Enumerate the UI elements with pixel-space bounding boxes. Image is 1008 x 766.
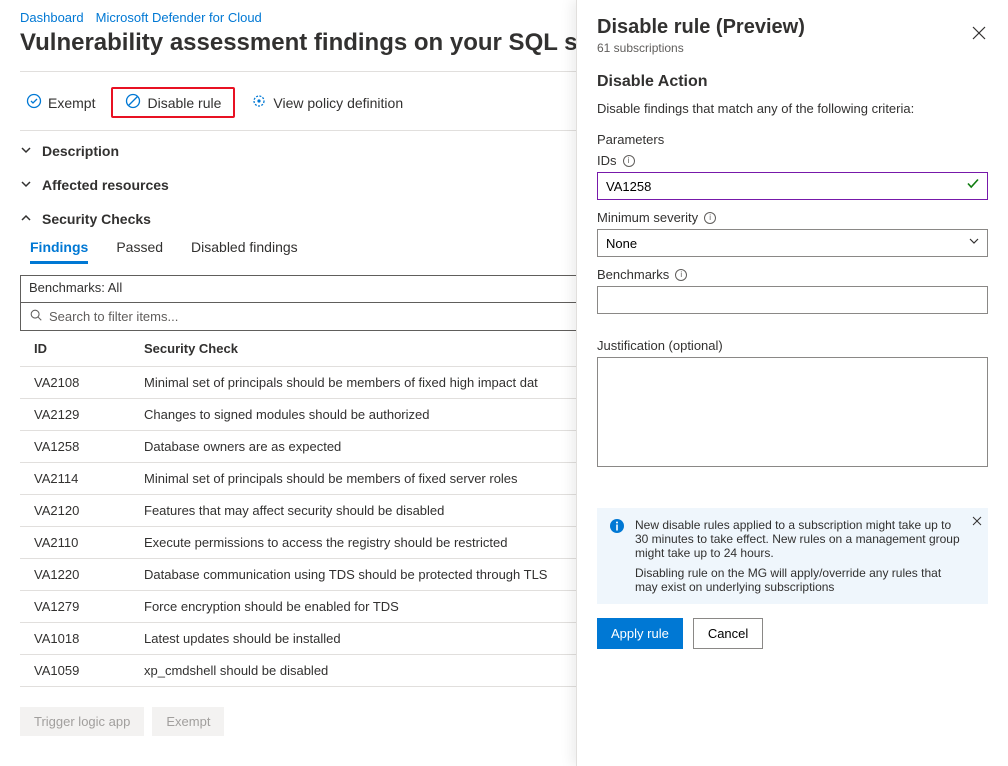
col-id[interactable]: ID xyxy=(20,331,130,367)
panel-title: Disable rule (Preview) xyxy=(597,16,805,39)
cancel-button[interactable]: Cancel xyxy=(693,618,763,649)
justification-label: Justification (optional) xyxy=(597,338,988,353)
prohibit-icon xyxy=(125,93,141,112)
info-text-2: Disabling rule on the MG will apply/over… xyxy=(635,566,960,594)
disable-rule-panel: Disable rule (Preview) 61 subscriptions … xyxy=(576,0,1008,766)
benchmarks-input[interactable] xyxy=(597,286,988,314)
disable-rule-button[interactable]: Disable rule xyxy=(119,91,227,114)
severity-select[interactable]: None xyxy=(597,229,988,257)
exempt-button[interactable]: Exempt xyxy=(20,91,101,114)
severity-label: Minimum severity xyxy=(597,210,698,225)
info-icon xyxy=(609,518,625,594)
close-icon xyxy=(972,514,982,529)
disable-rule-label: Disable rule xyxy=(147,95,221,111)
chevron-up-icon xyxy=(20,211,32,227)
disable-action-title: Disable Action xyxy=(597,73,988,91)
breadcrumb-dashboard[interactable]: Dashboard xyxy=(20,10,84,25)
exempt-bottom-button: Exempt xyxy=(152,707,224,736)
bottom-actions: Trigger logic app Exempt xyxy=(20,707,224,736)
tab-findings[interactable]: Findings xyxy=(30,239,88,264)
view-policy-label: View policy definition xyxy=(273,95,403,111)
dismiss-info-button[interactable] xyxy=(972,514,982,529)
severity-label-row: Minimum severity i xyxy=(597,210,988,225)
view-policy-button[interactable]: View policy definition xyxy=(245,91,409,114)
tab-disabled-findings[interactable]: Disabled findings xyxy=(191,239,298,264)
info-text-1: New disable rules applied to a subscript… xyxy=(635,518,960,560)
exempt-label: Exempt xyxy=(48,95,95,111)
tab-passed[interactable]: Passed xyxy=(116,239,163,264)
close-icon xyxy=(972,27,986,44)
apply-rule-button[interactable]: Apply rule xyxy=(597,618,683,649)
info-icon[interactable]: i xyxy=(704,212,716,224)
search-icon xyxy=(29,308,43,325)
info-banner: New disable rules applied to a subscript… xyxy=(597,508,988,604)
close-button[interactable] xyxy=(970,16,988,55)
ids-input[interactable] xyxy=(597,172,988,200)
parameters-label: Parameters xyxy=(597,132,988,147)
policy-icon xyxy=(251,93,267,112)
ids-label: IDs xyxy=(597,153,617,168)
info-icon[interactable]: i xyxy=(623,155,635,167)
ids-label-row: IDs i xyxy=(597,153,988,168)
info-icon[interactable]: i xyxy=(675,269,687,281)
disable-rule-highlight: Disable rule xyxy=(111,87,235,118)
trigger-logic-app-button: Trigger logic app xyxy=(20,707,144,736)
checkmark-icon xyxy=(966,177,980,196)
panel-subtitle: 61 subscriptions xyxy=(597,41,805,55)
breadcrumb-defender[interactable]: Microsoft Defender for Cloud xyxy=(96,10,262,25)
search-placeholder: Search to filter items... xyxy=(49,309,178,324)
exempt-icon xyxy=(26,93,42,112)
chevron-down-icon xyxy=(20,177,32,193)
benchmarks-label-row: Benchmarks i xyxy=(597,267,988,282)
chevron-down-icon xyxy=(20,143,32,159)
justification-textarea[interactable] xyxy=(597,357,988,467)
disable-action-desc: Disable findings that match any of the f… xyxy=(597,101,988,116)
benchmarks-label: Benchmarks xyxy=(597,267,669,282)
